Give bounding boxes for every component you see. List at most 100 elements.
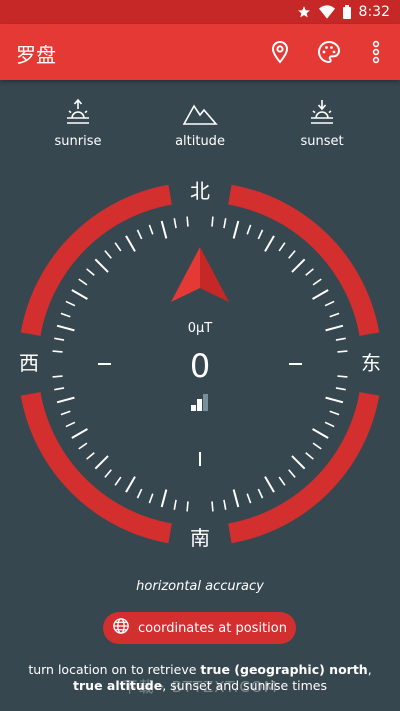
star-icon xyxy=(297,5,311,19)
dial-tick xyxy=(264,476,275,493)
watermark: 下载 · BTTZXT.COM xyxy=(122,678,278,696)
north-needle-icon xyxy=(171,247,229,302)
dial-tick xyxy=(136,488,143,499)
dial-tick xyxy=(246,493,252,504)
sunset-label: sunset xyxy=(300,134,344,149)
dial-tick xyxy=(125,235,136,252)
dial-tick xyxy=(324,421,335,428)
south-label: 南 xyxy=(190,526,210,550)
dial-tick xyxy=(335,337,346,341)
globe-icon xyxy=(112,617,130,639)
dial-tick xyxy=(54,387,65,391)
dial-tick xyxy=(329,410,340,416)
altitude-label: altitude xyxy=(175,134,225,149)
dial-tick xyxy=(288,469,296,478)
dial-tick xyxy=(257,229,264,240)
dial-tick xyxy=(94,455,109,470)
dial-tick xyxy=(114,476,122,486)
dial-tick xyxy=(325,396,344,404)
dial-tick xyxy=(125,476,136,493)
dial-tick xyxy=(78,442,88,450)
dial-tick xyxy=(94,258,109,273)
status-bar: 8:32 xyxy=(0,0,400,24)
dial-tick xyxy=(223,218,227,229)
wifi-icon xyxy=(318,5,335,19)
dial-tick xyxy=(211,216,214,227)
mountain-icon xyxy=(182,92,218,126)
dial-tick xyxy=(160,489,168,508)
dial-tick xyxy=(104,469,112,478)
sunrise-icon xyxy=(64,92,92,126)
east-label: 东 xyxy=(361,351,381,375)
dial-tick xyxy=(54,337,65,341)
dial-tick xyxy=(312,428,329,439)
dial-tick xyxy=(71,289,88,300)
dial-tick xyxy=(329,312,340,318)
app-bar: 罗盘 xyxy=(0,24,400,80)
dial-tick xyxy=(148,493,154,504)
dial-tick xyxy=(223,499,227,510)
compass-dial[interactable]: 北 东 南 西 0μT 0 xyxy=(0,170,400,560)
dial-tick xyxy=(278,476,286,486)
north-label: 北 xyxy=(190,179,210,203)
dial-tick xyxy=(232,489,240,508)
dial-tick xyxy=(78,278,88,286)
dial-tick xyxy=(312,278,322,286)
dial-tick xyxy=(305,268,314,276)
dial-tick xyxy=(291,455,306,470)
coordinates-button-label: coordinates at position xyxy=(138,620,287,636)
signal-strength-icon xyxy=(191,394,208,411)
dial-tick xyxy=(71,428,88,439)
dial-tick xyxy=(257,488,264,499)
dial-tick xyxy=(60,410,71,416)
dial-tick xyxy=(312,289,329,300)
battery-icon xyxy=(342,5,351,19)
dial-tick xyxy=(337,375,348,378)
dial-tick xyxy=(335,387,346,391)
sunrise-label: sunrise xyxy=(54,134,102,149)
dial-tick xyxy=(148,224,154,235)
dial-tick xyxy=(246,224,252,235)
dial-tick xyxy=(186,501,189,512)
dial-tick xyxy=(324,300,335,307)
dial-tick xyxy=(312,442,322,450)
location-pin-icon[interactable] xyxy=(256,24,304,80)
accuracy-label: horizontal accuracy xyxy=(136,579,264,594)
dial-tick xyxy=(264,235,275,252)
dial-tick xyxy=(160,220,168,239)
palette-icon[interactable] xyxy=(305,24,353,80)
dial-tick xyxy=(86,452,95,460)
sunrise-button[interactable]: sunrise xyxy=(23,92,133,154)
dial-tick xyxy=(278,242,286,252)
dial-tick xyxy=(325,324,344,332)
magnetic-field-reading: 0μT xyxy=(188,321,213,336)
dial-tick xyxy=(65,421,76,428)
dial-tick xyxy=(52,350,63,353)
dial-tick xyxy=(56,324,75,332)
sunset-icon xyxy=(308,92,336,126)
dial-tick xyxy=(291,258,306,273)
dial-tick xyxy=(60,312,71,318)
status-time: 8:32 xyxy=(358,4,390,20)
dial-tick xyxy=(211,501,214,512)
dial-tick xyxy=(288,250,296,259)
dial-tick xyxy=(186,216,189,227)
altitude-button[interactable]: altitude xyxy=(145,92,255,154)
dial-tick xyxy=(114,242,122,252)
dial-tick xyxy=(173,499,177,510)
app-title: 罗盘 xyxy=(16,43,56,67)
dial-tick xyxy=(52,375,63,378)
heading-value: 0 xyxy=(190,347,210,385)
dial-tick xyxy=(56,396,75,404)
dial-tick xyxy=(65,300,76,307)
dial-tick xyxy=(173,218,177,229)
dial-tick xyxy=(305,452,314,460)
dial-tick xyxy=(104,250,112,259)
coordinates-button[interactable]: coordinates at position xyxy=(103,612,296,644)
sunset-button[interactable]: sunset xyxy=(267,92,377,154)
dial-tick xyxy=(337,350,348,353)
west-label: 西 xyxy=(19,351,39,375)
dial-tick xyxy=(136,229,143,240)
more-vert-icon[interactable] xyxy=(352,24,400,80)
dial-tick xyxy=(86,268,95,276)
